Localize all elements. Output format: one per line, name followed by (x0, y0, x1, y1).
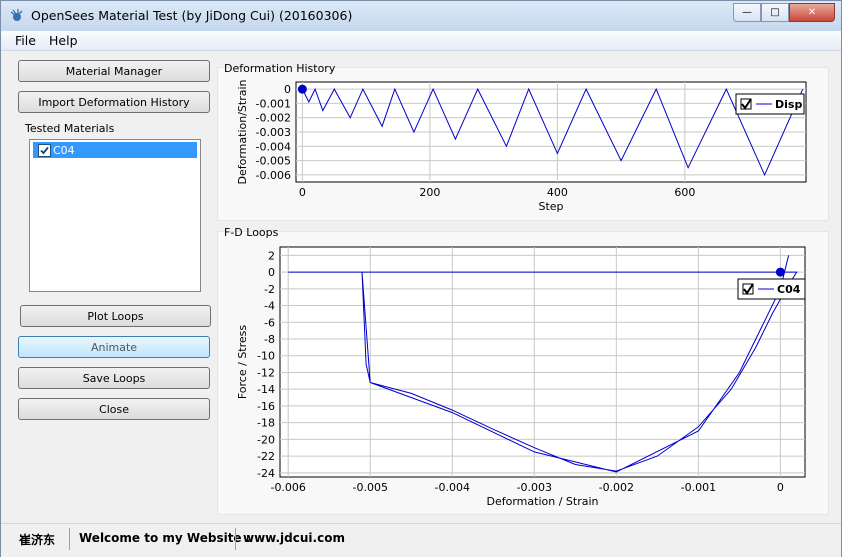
y-tick-label: -20 (257, 433, 275, 446)
x-tick-label: -0.002 (599, 481, 634, 494)
status-welcome: Welcome to my Website : (79, 531, 251, 545)
fd-chart-title: F-D Loops (224, 226, 279, 239)
y-tick-label: -8 (264, 333, 275, 346)
legend-label: C04 (777, 283, 801, 296)
y-axis-label: Force / Stress (236, 325, 249, 400)
x-axis-label: Step (538, 200, 563, 213)
x-tick-label: 0 (299, 186, 306, 199)
x-tick-label: 200 (419, 186, 440, 199)
y-axis-label: Deformation/Strain (236, 79, 249, 184)
y-tick-label: 2 (268, 249, 275, 262)
status-separator (235, 528, 236, 550)
current-point-marker (775, 267, 785, 277)
y-tick-label: -0.003 (256, 126, 291, 139)
y-tick-label: -14 (257, 383, 275, 396)
y-tick-label: -10 (257, 350, 275, 363)
x-tick-label: -0.005 (353, 481, 388, 494)
y-tick-label: -18 (257, 417, 275, 430)
x-axis-label: Deformation / Strain (487, 495, 599, 508)
plot-area (279, 246, 806, 478)
x-tick-label: -0.006 (270, 481, 305, 494)
y-tick-label: -0.005 (256, 155, 291, 168)
status-author: 崔济东 (19, 533, 56, 547)
y-tick-label: 0 (284, 83, 291, 96)
y-tick-label: -12 (257, 366, 275, 379)
x-tick-label: 400 (547, 186, 568, 199)
status-bar: 崔济东 Welcome to my Website : www.jdcui.co… (1, 523, 841, 557)
deformation-chart: 0 200 400 6000-0.001-0.002-0.003-0.004-0.00… (236, 79, 807, 213)
y-tick-label: -2 (264, 283, 275, 296)
y-tick-label: -16 (257, 400, 275, 413)
y-tick-label: -6 (264, 316, 275, 329)
app-window: OpenSees Material Test (by JiDong Cui) (… (0, 0, 842, 557)
charts-canvas: Deformation History F-D Loops 0 200 400 600… (224, 62, 807, 508)
x-tick-label: -0.003 (517, 481, 552, 494)
y-tick-label: -0.006 (256, 169, 291, 182)
x-tick-label: -0.001 (681, 481, 716, 494)
legend-label: Disp (775, 98, 802, 111)
website-link[interactable]: www.jdcui.com (243, 531, 345, 545)
x-tick-label: 600 (674, 186, 695, 199)
y-tick-label: -0.002 (256, 112, 291, 125)
status-separator (69, 528, 70, 550)
deformation-chart-title: Deformation History (224, 62, 336, 75)
current-point-marker (297, 84, 307, 94)
y-tick-label: 0 (268, 266, 275, 279)
x-tick-label: -0.004 (435, 481, 470, 494)
y-tick-label: -4 (264, 300, 275, 313)
fd-loops-chart: -0.006 -0.005 -0.004 -0.003 -0.002 -0.001 0 2 0 -… (236, 246, 806, 508)
y-tick-label: -0.004 (256, 140, 291, 153)
y-tick-label: -22 (257, 450, 275, 463)
y-tick-label: -0.001 (256, 97, 291, 110)
x-tick-label: 0 (777, 481, 784, 494)
y-tick-label: -24 (257, 467, 275, 480)
